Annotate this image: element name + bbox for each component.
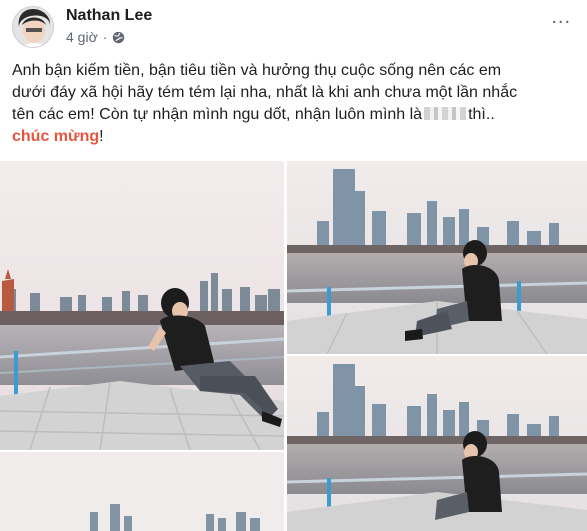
avatar[interactable] xyxy=(12,6,54,48)
highlight-text: chúc mừng xyxy=(12,128,100,145)
post-time[interactable]: 4 giờ xyxy=(66,29,98,45)
post-text: Anh bận kiếm tiền, bận tiêu tiền và hưởn… xyxy=(12,60,572,148)
post-text-end: ! xyxy=(99,128,104,145)
censored-word xyxy=(424,107,467,120)
post-text-line-2: dưới đáy xã hội hãy tém tém lại nha, nhấ… xyxy=(12,84,518,101)
photo-right-mid[interactable] xyxy=(287,356,587,531)
photo-right-top[interactable] xyxy=(287,161,587,354)
post-header: Nathan Lee 4 giờ · ... xyxy=(12,6,575,50)
photo-left-bottom[interactable] xyxy=(0,452,284,531)
post-text-line-1: Anh bận kiếm tiền, bận tiêu tiền và hưởn… xyxy=(12,62,502,79)
post-meta: 4 giờ · xyxy=(66,29,125,45)
post-text-line-3-end: thì.. xyxy=(468,106,495,123)
meta-separator: · xyxy=(102,29,108,45)
globe-icon[interactable] xyxy=(112,31,125,44)
post-text-line-3: tên các em! Còn tự nhận mình ngu dốt, nh… xyxy=(12,106,423,123)
photo-left[interactable] xyxy=(0,161,284,450)
more-options-icon[interactable]: ... xyxy=(551,7,571,27)
author-name[interactable]: Nathan Lee xyxy=(66,7,152,25)
